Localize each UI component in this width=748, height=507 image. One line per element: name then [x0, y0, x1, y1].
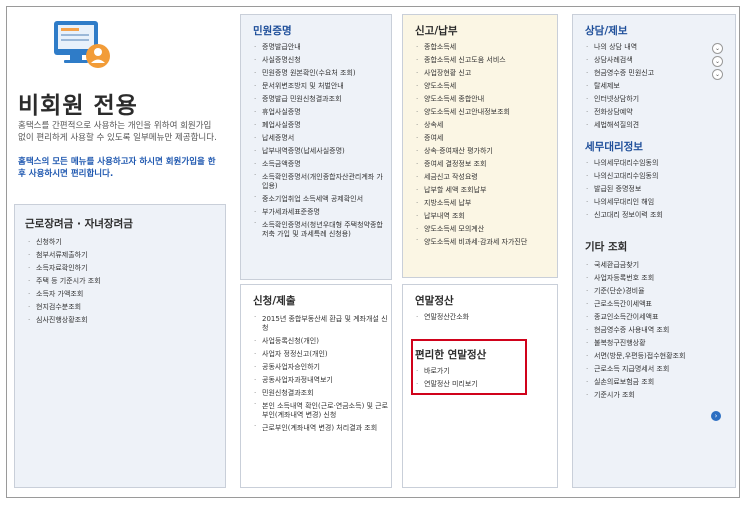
list-item[interactable]: 납부할 세액 조회납부 [415, 184, 555, 197]
list-item[interactable]: 탈세제보 [585, 80, 731, 93]
list-item[interactable]: 소득확인증명서(개인종합자산관리계좌 가입용) [253, 171, 389, 193]
list-item[interactable]: 문서위변조방지 및 처벌안내 [253, 80, 389, 93]
list-item[interactable]: 세법해석질의견 [585, 119, 731, 132]
list-item[interactable]: 주택 등 기준시가 조회 [27, 275, 101, 288]
list-item[interactable]: 공동사업자승인하기 [253, 361, 389, 374]
signup-link-text[interactable]: 홈택스의 모든 메뉴를 사용하고자 하시면 회원가입을 한 후 사용하시면 편리… [18, 156, 223, 180]
list-item[interactable]: 신고대리 정보이력 조회 [585, 209, 731, 222]
list-item[interactable]: 부가세과세표준증명 [253, 206, 389, 219]
consult-title: 상담/제보 [585, 25, 628, 37]
list-item[interactable]: 양도소득세 [415, 80, 555, 93]
apply-submit-card: 신청/제출 2015년 종합부동산세 환급 및 계좌개설 신청 사업등록신청(개… [240, 284, 392, 488]
list-item[interactable]: 양도소득세 비과세·감과세 자가진단 [415, 236, 555, 249]
earned-income-title: 근로장려금 · 자녀장려금 [25, 218, 133, 230]
list-item[interactable]: 기준(단순)경비율 [585, 285, 731, 298]
list-item[interactable]: 근로부인(계좌내역 변경) 처리결과 조회 [253, 422, 389, 435]
chevron-down-icon[interactable]: ⌄ [712, 43, 723, 54]
list-item[interactable]: 세금신고 작성요령 [415, 171, 555, 184]
list-item[interactable]: 공동사업자과정내역보기 [253, 374, 389, 387]
yearend-title: 연말정산 [415, 295, 454, 307]
civil-cert-card: 민원증명 증명발급안내 사실증명신청 민원증명 원본확인(수요처 조회) 문서위… [240, 14, 392, 280]
list-item[interactable]: 증여세 [415, 132, 555, 145]
list-item[interactable]: 휴업사실증명 [253, 106, 389, 119]
list-item[interactable]: 나의세무대리수임동의 [585, 157, 731, 170]
agent-list: 나의세무대리수임동의 나의신고대리수임동의 발급된 증명정보 나의세무대리인 해… [585, 157, 731, 222]
list-item[interactable]: 사업자 정정신고(개인) [253, 348, 389, 361]
list-item[interactable]: 민원신청결과조회 [253, 387, 389, 400]
civil-cert-title: 민원증명 [253, 25, 292, 37]
list-item[interactable]: 소득확인증명서(청년우대형 주택청약종합저축 가입 및 과세특례 신청용) [253, 219, 389, 241]
list-item[interactable]: 증여세 결정정보 조회 [415, 158, 555, 171]
list-item[interactable]: 2015년 종합부동산세 환급 및 계좌개설 신청 [253, 313, 389, 335]
list-item[interactable]: 양도소득세 신고안내정보조회 [415, 106, 555, 119]
highlight-box [411, 339, 527, 395]
list-item[interactable]: 사실증명신청 [253, 54, 389, 67]
list-item[interactable]: 소득자료확인하기 [27, 262, 101, 275]
hero-description: 홈택스를 간편적으로 사용하는 개인을 위하여 회원가입 없이 편리하게 사용할… [18, 121, 217, 143]
arrow-right-circle-icon[interactable]: › [711, 411, 721, 421]
list-item[interactable]: 나의신고대리수임동의 [585, 170, 731, 183]
list-item[interactable]: 폐업사실증명 [253, 119, 389, 132]
list-item[interactable]: 현지검수분조회 [27, 301, 101, 314]
list-item[interactable]: 소득자 가액조회 [27, 288, 101, 301]
list-item[interactable]: 종합소득세 신고도움 서비스 [415, 54, 555, 67]
list-item[interactable]: 중소기업취업 소득세액 공제확인서 [253, 193, 389, 206]
list-item[interactable]: 상담사례검색⌄ [585, 54, 731, 67]
agent-title: 세무대리정보 [585, 141, 643, 153]
apply-submit-list: 2015년 종합부동산세 환급 및 계좌개설 신청 사업등록신청(개인) 사업자… [253, 313, 389, 435]
right-column-card: 상담/제보 나의 상담 내역⌄ 상담사례검색⌄ 현금영수증 민원신고⌄ 탈세제보… [572, 14, 736, 488]
list-item[interactable]: 현금영수증 민원신고⌄ [585, 67, 731, 80]
list-item[interactable]: 납부내역증명(납세사실증명) [253, 145, 389, 158]
list-item[interactable]: 인터넷상담하기 [585, 93, 731, 106]
other-lookup-list: 국세환급금찾기 사업자등록번호 조회 기준(단순)경비율 근로소득간이세액표 종… [585, 259, 731, 402]
list-item[interactable]: 증명발급안내 [253, 41, 389, 54]
list-item[interactable]: 양도소득세 모의계산 [415, 223, 555, 236]
list-item[interactable]: 국세환급금찾기 [585, 259, 731, 272]
chevron-down-icon[interactable]: ⌄ [712, 56, 723, 67]
list-item[interactable]: 납세증명서 [253, 132, 389, 145]
list-item[interactable]: 납부내역 조회 [415, 210, 555, 223]
list-item[interactable]: 연말정산간소화 [415, 311, 469, 324]
apply-submit-title: 신청/제출 [253, 295, 296, 307]
list-item[interactable]: 종합소득세 [415, 41, 555, 54]
yearend-list: 연말정산간소화 [415, 311, 469, 324]
list-item[interactable]: 근로소득 지급명세서 조회 [585, 363, 731, 376]
report-payment-card: 신고/납부 종합소득세 종합소득세 신고도움 서비스 사업장현황 신고 양도소득… [402, 14, 558, 278]
report-payment-title: 신고/납부 [415, 25, 458, 37]
consult-list: 나의 상담 내역⌄ 상담사례검색⌄ 현금영수증 민원신고⌄ 탈세제보 인터넷상담… [585, 41, 731, 132]
list-item[interactable]: 사업장현황 신고 [415, 67, 555, 80]
list-item[interactable]: 기준시가 조회 [585, 389, 731, 402]
list-item[interactable]: 불복청구진행상황 [585, 337, 731, 350]
earned-income-list: 신청하기 첨부서류제출하기 소득자료확인하기 주택 등 기준시가 조회 소득자 … [27, 236, 101, 327]
earned-income-card: 근로장려금 · 자녀장려금 신청하기 첨부서류제출하기 소득자료확인하기 주택 … [14, 204, 226, 488]
list-item[interactable]: 실손의료보험금 조회 [585, 376, 731, 389]
list-item[interactable]: 지방소득세 납부 [415, 197, 555, 210]
list-item[interactable]: 본인 소득내역 확인(근로·연금소득) 및 근로부인(계좌내역 변경) 신청 [253, 400, 389, 422]
list-item[interactable]: 발급된 증명정보 [585, 183, 731, 196]
list-item[interactable]: 심사진행상황조회 [27, 314, 101, 327]
list-item[interactable]: 현금영수증 사용내역 조회 [585, 324, 731, 337]
list-item[interactable]: 나의 상담 내역⌄ [585, 41, 731, 54]
list-item[interactable]: 종교인소득간이세액표 [585, 311, 731, 324]
list-item[interactable]: 나의세무대리인 해임 [585, 196, 731, 209]
other-lookup-title: 기타 조회 [585, 241, 628, 253]
list-item[interactable]: 전화상담예약 [585, 106, 731, 119]
computer-person-icon [52, 18, 112, 70]
list-item[interactable]: 근로소득간이세액표 [585, 298, 731, 311]
list-item[interactable]: 상속세 [415, 119, 555, 132]
chevron-down-icon[interactable]: ⌄ [712, 69, 723, 80]
list-item[interactable]: 양도소득세 종합안내 [415, 93, 555, 106]
list-item[interactable]: 신청하기 [27, 236, 101, 249]
page-title: 비회원 전용 [18, 93, 138, 119]
list-item[interactable]: 서면(방문,우편등)접수현황조회 [585, 350, 731, 363]
report-payment-list: 종합소득세 종합소득세 신고도움 서비스 사업장현황 신고 양도소득세 양도소득… [415, 41, 555, 249]
list-item[interactable]: 사업자등록번호 조회 [585, 272, 731, 285]
list-item[interactable]: 사업등록신청(개인) [253, 335, 389, 348]
list-item[interactable]: 첨부서류제출하기 [27, 249, 101, 262]
list-item[interactable]: 소득금액증명 [253, 158, 389, 171]
list-item[interactable]: 증명발급 민원신청결과조회 [253, 93, 389, 106]
list-item[interactable]: 민원증명 원본확인(수요처 조회) [253, 67, 389, 80]
list-item[interactable]: 상속·증여재산 평가하기 [415, 145, 555, 158]
civil-cert-list: 증명발급안내 사실증명신청 민원증명 원본확인(수요처 조회) 문서위변조방지 … [253, 41, 389, 241]
